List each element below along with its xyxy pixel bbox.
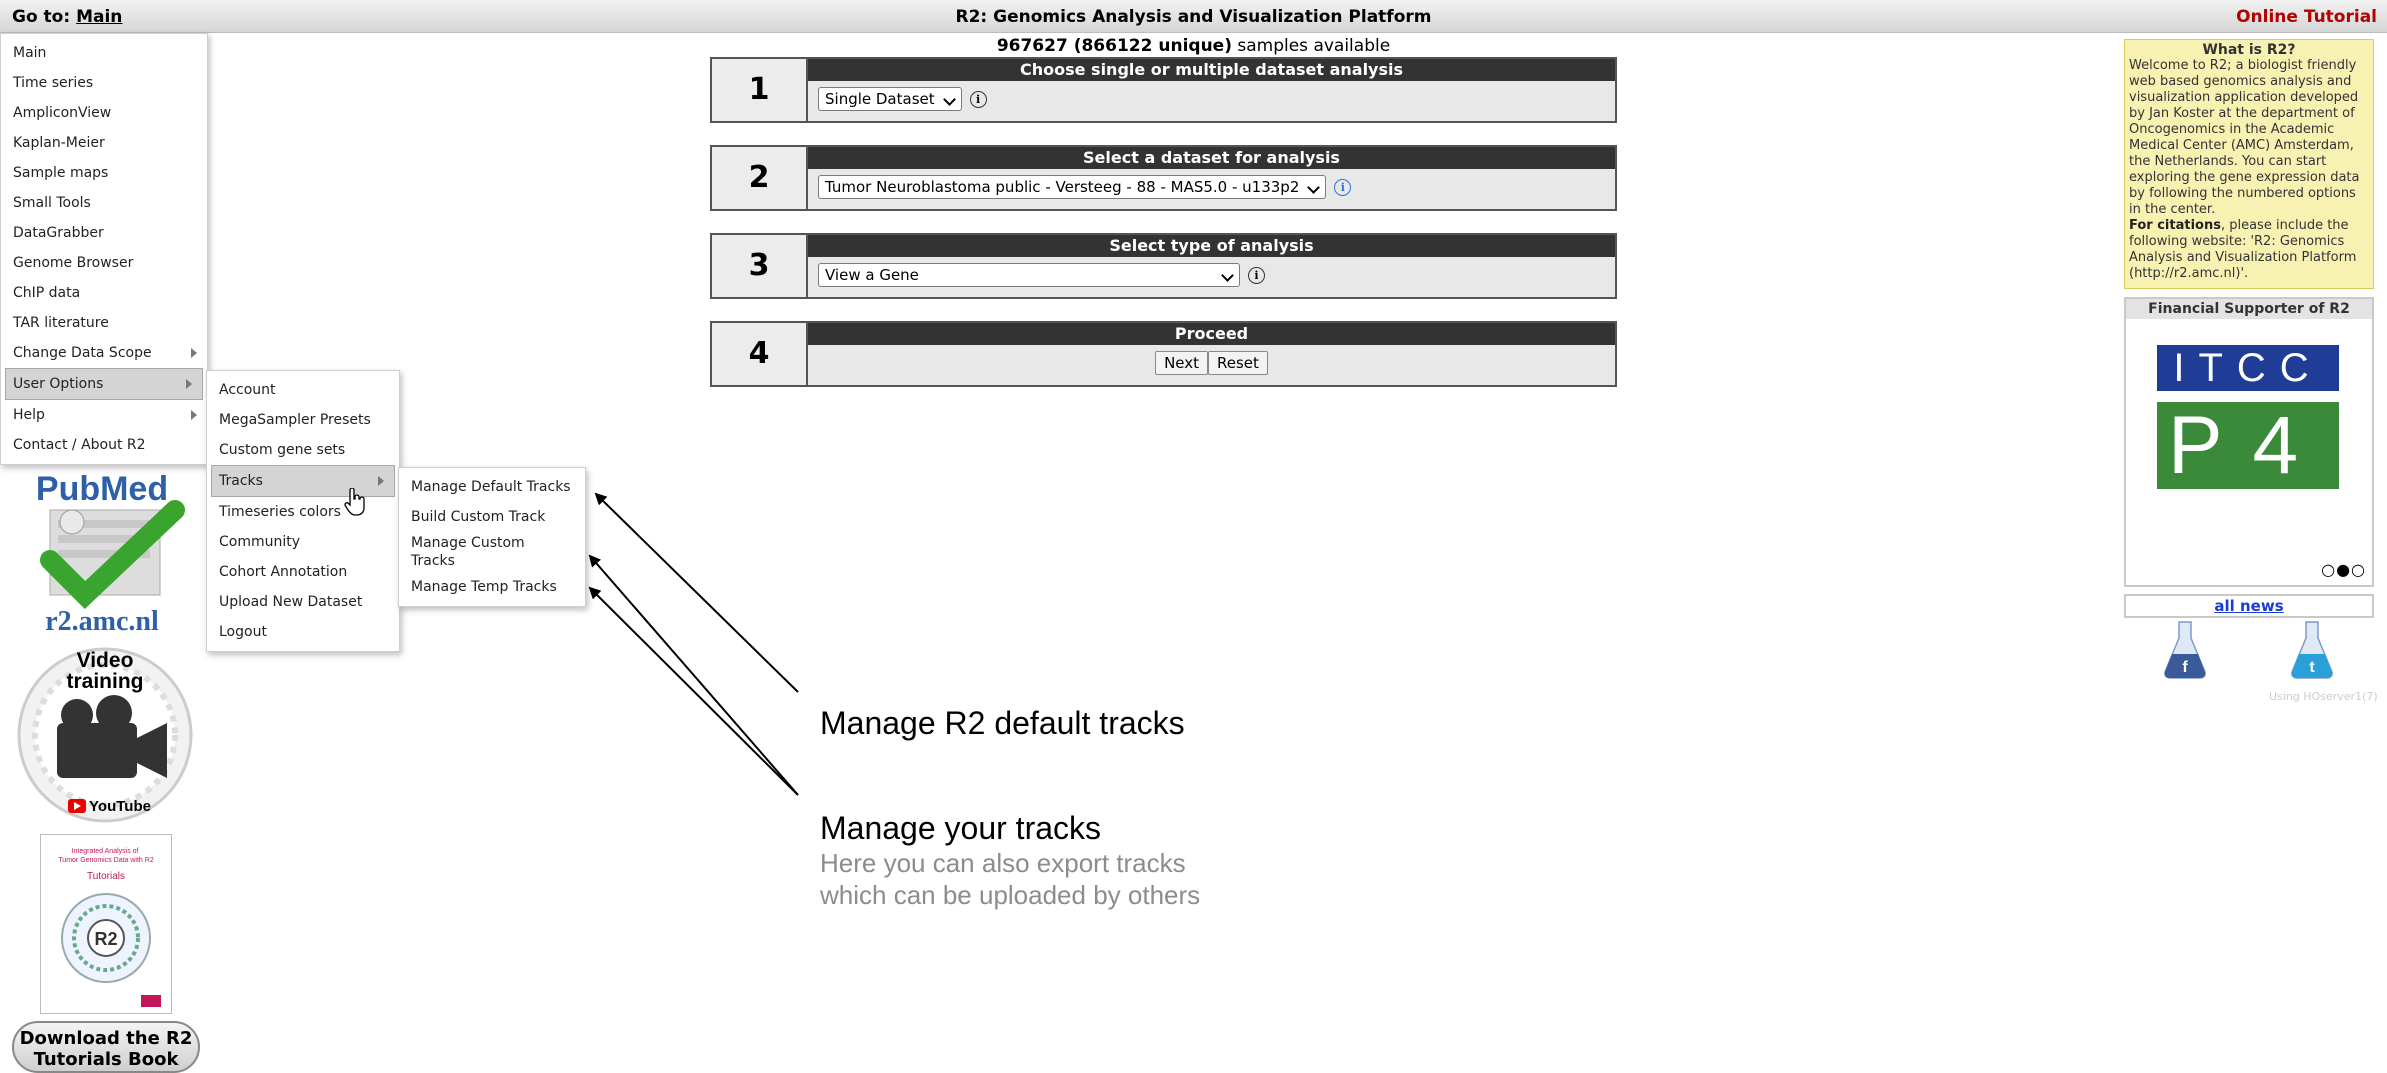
arrow-to-temp-tracks <box>588 586 799 796</box>
twitter-flask-icon[interactable]: t <box>2290 620 2334 680</box>
supporter-title: Financial Supporter of R2 <box>2126 299 2372 319</box>
server-info: Using HOserver1(7) <box>2269 690 2378 703</box>
all-news-box: all news <box>2124 594 2374 618</box>
arrow-to-default-tracks <box>594 492 799 693</box>
financial-supporter-box: Financial Supporter of R2 ITCC P4 ○●○ <box>2124 297 2374 587</box>
annotation-your-tracks: Manage your tracks <box>820 810 1102 846</box>
carousel-dots[interactable]: ○●○ <box>2321 560 2366 579</box>
what-is-r2-box: What is R2? Welcome to R2; a biologist f… <box>2124 39 2374 289</box>
svg-text:t: t <box>2309 659 2315 676</box>
citation-note: For citations, please include the follow… <box>2129 218 2369 282</box>
p4-logo[interactable]: P4 <box>2157 402 2339 489</box>
annotation-export-line-2: which can be uploaded by others <box>820 880 1201 910</box>
itcc-logo[interactable]: ITCC <box>2157 345 2339 391</box>
citation-bold: For citations <box>2129 218 2221 233</box>
what-is-r2-text: Welcome to R2; a biologist friendly web … <box>2129 58 2360 217</box>
arrow-to-custom-tracks <box>588 554 799 796</box>
what-is-r2-title: What is R2? <box>2202 42 2296 58</box>
facebook-flask-icon[interactable]: f <box>2163 620 2207 680</box>
svg-text:f: f <box>2182 659 2188 676</box>
annotation-default-tracks: Manage R2 default tracks <box>820 705 1185 741</box>
all-news-link[interactable]: all news <box>2214 597 2283 615</box>
annotation-export-line-1: Here you can also export tracks <box>820 848 1186 878</box>
